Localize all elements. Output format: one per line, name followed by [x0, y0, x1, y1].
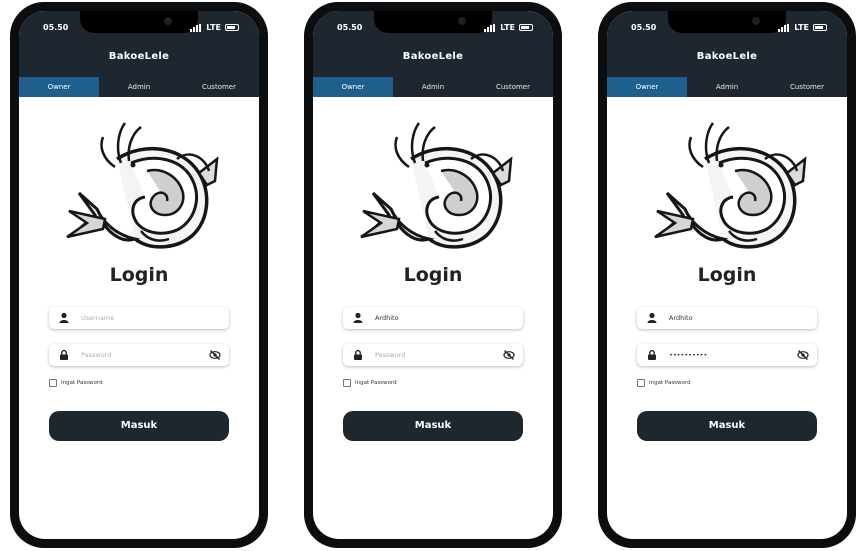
app-screen: 05.50 LTE BakoeLele Owner Admin Customer…	[607, 11, 847, 539]
login-button[interactable]: Masuk	[637, 411, 817, 441]
app-bar: 05.50 LTE BakoeLele Owner Admin Customer	[19, 11, 259, 97]
network-label: LTE	[794, 23, 809, 32]
app-title: BakoeLele	[402, 51, 464, 62]
status-time: 05.50	[43, 23, 69, 32]
app-title: BakoeLele	[696, 51, 758, 62]
remember-row: Ingat Password	[49, 379, 103, 387]
person-icon	[647, 312, 657, 323]
status-time: 05.50	[631, 23, 657, 32]
tab-admin[interactable]: Admin	[687, 77, 767, 97]
password-field[interactable]: Password	[49, 344, 229, 366]
username-input[interactable]: Username	[81, 314, 229, 322]
signal-icon	[190, 23, 202, 32]
status-bar: 05.50 LTE	[19, 23, 259, 39]
battery-icon	[519, 24, 533, 31]
tab-owner[interactable]: Owner	[607, 77, 687, 97]
username-field[interactable]: Ardhito	[637, 307, 817, 329]
status-bar: 05.50 LTE	[313, 23, 553, 39]
eye-off-icon[interactable]	[209, 349, 221, 361]
remember-checkbox[interactable]	[49, 379, 57, 387]
remember-row: Ingat Password	[343, 379, 397, 387]
role-tabs: Owner Admin Customer	[313, 77, 553, 97]
password-field[interactable]: Password	[343, 344, 523, 366]
remember-label: Ingat Password	[61, 380, 103, 386]
signal-icon	[778, 23, 790, 32]
person-icon	[59, 312, 69, 323]
signal-icon	[484, 23, 496, 32]
catfish-logo	[65, 121, 219, 249]
login-button[interactable]: Masuk	[343, 411, 523, 441]
tab-admin[interactable]: Admin	[99, 77, 179, 97]
login-heading: Login	[697, 264, 757, 286]
password-field[interactable]: ••••••••••	[637, 344, 817, 366]
app-screen: 05.50 LTE BakoeLele Owner Admin Customer…	[19, 11, 259, 539]
username-input[interactable]: Ardhito	[375, 314, 523, 322]
status-bar: 05.50 LTE	[607, 23, 847, 39]
role-tabs: Owner Admin Customer	[19, 77, 259, 97]
remember-row: Ingat Password	[637, 379, 691, 387]
phone-frame: 05.50 LTE BakoeLele Owner Admin Customer…	[598, 2, 856, 548]
tab-owner[interactable]: Owner	[313, 77, 393, 97]
lock-icon	[647, 349, 657, 361]
remember-checkbox[interactable]	[343, 379, 351, 387]
remember-label: Ingat Password	[649, 380, 691, 386]
app-screen: 05.50 LTE BakoeLele Owner Admin Customer…	[313, 11, 553, 539]
app-bar: 05.50 LTE BakoeLele Owner Admin Customer	[313, 11, 553, 97]
battery-icon	[225, 24, 239, 31]
password-input[interactable]: ••••••••••	[669, 351, 797, 359]
remember-label: Ingat Password	[355, 380, 397, 386]
tab-customer[interactable]: Customer	[179, 77, 259, 97]
tab-customer[interactable]: Customer	[767, 77, 847, 97]
network-label: LTE	[206, 23, 221, 32]
role-tabs: Owner Admin Customer	[607, 77, 847, 97]
eye-off-icon[interactable]	[503, 349, 515, 361]
password-input[interactable]: Password	[375, 351, 503, 359]
tab-admin[interactable]: Admin	[393, 77, 473, 97]
app-bar: 05.50 LTE BakoeLele Owner Admin Customer	[607, 11, 847, 97]
person-icon	[353, 312, 363, 323]
username-field[interactable]: Ardhito	[343, 307, 523, 329]
phone-frame: 05.50 LTE BakoeLele Owner Admin Customer…	[304, 2, 562, 548]
phone-frame: 05.50 LTE BakoeLele Owner Admin Customer…	[10, 2, 268, 548]
login-button[interactable]: Masuk	[49, 411, 229, 441]
status-time: 05.50	[337, 23, 363, 32]
battery-icon	[813, 24, 827, 31]
login-heading: Login	[403, 264, 463, 286]
password-input[interactable]: Password	[81, 351, 209, 359]
login-heading: Login	[109, 264, 169, 286]
eye-off-icon[interactable]	[797, 349, 809, 361]
remember-checkbox[interactable]	[637, 379, 645, 387]
app-title: BakoeLele	[108, 51, 170, 62]
catfish-logo	[359, 121, 513, 249]
tab-customer[interactable]: Customer	[473, 77, 553, 97]
lock-icon	[353, 349, 363, 361]
network-label: LTE	[500, 23, 515, 32]
catfish-logo	[653, 121, 807, 249]
tab-owner[interactable]: Owner	[19, 77, 99, 97]
username-field[interactable]: Username	[49, 307, 229, 329]
lock-icon	[59, 349, 69, 361]
username-input[interactable]: Ardhito	[669, 314, 817, 322]
